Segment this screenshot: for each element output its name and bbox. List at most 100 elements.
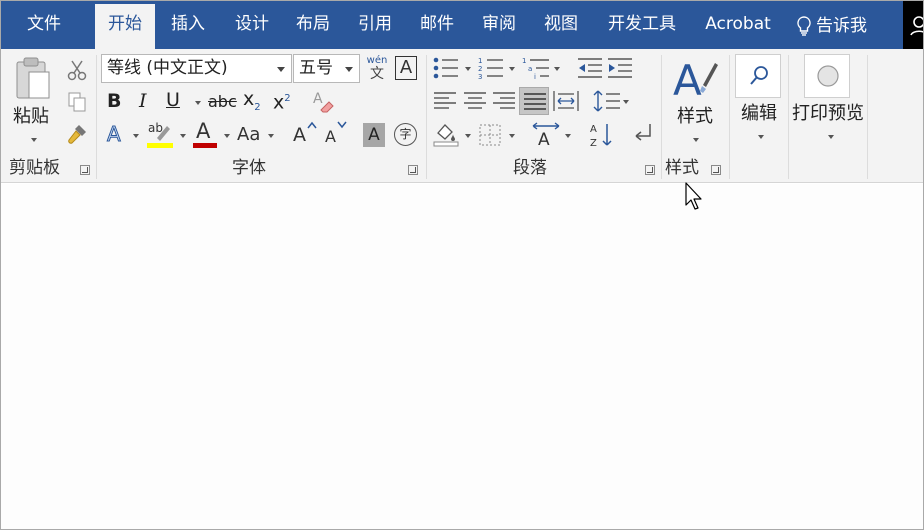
borders-dropdown-icon[interactable] <box>509 134 515 138</box>
svg-text:3: 3 <box>478 73 482 80</box>
asian-layout-icon[interactable]: A <box>531 121 561 150</box>
underline-dropdown-icon[interactable] <box>195 101 201 105</box>
align-right-icon[interactable] <box>492 90 516 112</box>
font-name-combobox[interactable]: 等线 (中文正文) <box>101 54 292 83</box>
subscript-button[interactable]: x2 <box>243 88 261 119</box>
word-window: 文件 开始 插入 设计 布局 引用 邮件 审阅 视图 开发工具 Acrobat … <box>0 0 924 530</box>
document-area[interactable] <box>1 184 923 529</box>
superscript-sup: 2 <box>284 93 291 104</box>
clipboard-dialog-launcher[interactable] <box>80 165 90 175</box>
multilevel-list-icon[interactable]: 1ai <box>522 56 550 81</box>
tab-file[interactable]: 文件 <box>11 4 77 49</box>
print-preview-dropdown-icon[interactable] <box>828 135 834 139</box>
group-divider <box>661 55 662 179</box>
ribbon-tab-bar: 文件 开始 插入 设计 布局 引用 邮件 审阅 视图 开发工具 Acrobat … <box>1 1 923 49</box>
format-painter-icon[interactable] <box>65 122 89 146</box>
subscript-base: x <box>243 88 255 110</box>
styles-icon[interactable]: A <box>673 55 719 105</box>
tab-developer[interactable]: 开发工具 <box>596 4 688 49</box>
clear-formatting-icon[interactable]: A <box>311 88 335 114</box>
line-spacing-dropdown-icon[interactable] <box>623 100 629 104</box>
paste-dropdown-icon[interactable] <box>31 138 37 142</box>
print-preview-button-label[interactable]: 打印预览 <box>792 103 864 125</box>
tell-me-label: 告诉我 <box>816 16 867 36</box>
align-center-icon[interactable] <box>463 90 487 112</box>
text-effects-dropdown-icon[interactable] <box>133 134 139 138</box>
svg-text:a: a <box>528 65 532 73</box>
numbering-icon[interactable]: 123 <box>478 56 504 81</box>
phonetic-guide-button[interactable]: wén 文 <box>365 55 389 82</box>
multilevel-list-dropdown-icon[interactable] <box>554 67 560 71</box>
sort-icon[interactable]: AZ <box>590 121 614 149</box>
subscript-sub: 2 <box>254 101 261 113</box>
justify-button-active[interactable] <box>519 87 549 115</box>
tab-acrobat[interactable]: Acrobat <box>694 4 782 49</box>
italic-button[interactable]: I <box>139 90 147 112</box>
paragraph-dialog-launcher[interactable] <box>645 165 655 175</box>
text-highlight-button[interactable]: ab <box>147 121 175 149</box>
numbering-dropdown-icon[interactable] <box>509 67 515 71</box>
tab-mailings[interactable]: 邮件 <box>407 4 467 49</box>
character-border-button[interactable]: A <box>395 56 417 80</box>
increase-indent-icon[interactable] <box>607 57 633 79</box>
borders-icon[interactable] <box>478 123 502 147</box>
paste-button-label[interactable]: 粘贴 <box>13 106 49 128</box>
account-icon[interactable] <box>903 1 923 49</box>
tab-review[interactable]: 审阅 <box>470 4 528 49</box>
tab-layout[interactable]: 布局 <box>284 4 342 49</box>
grow-font-char: A <box>293 124 306 146</box>
styles-dropdown-icon[interactable] <box>693 138 699 142</box>
show-hide-marks-icon[interactable] <box>630 122 656 146</box>
grow-font-button[interactable]: A <box>293 121 317 149</box>
asian-layout-dropdown-icon[interactable] <box>565 134 571 138</box>
paragraph-group-label: 段落 <box>513 158 547 178</box>
text-effects-button[interactable]: A <box>107 123 122 146</box>
font-color-button[interactable]: A <box>193 119 217 149</box>
enclose-characters-button[interactable]: 字 <box>394 123 417 146</box>
bullets-dropdown-icon[interactable] <box>465 67 471 71</box>
tell-me-search[interactable]: 告诉我 <box>796 4 867 48</box>
shading-icon[interactable] <box>433 121 459 147</box>
font-color-char: A <box>196 119 211 143</box>
tab-design[interactable]: 设计 <box>223 4 281 49</box>
chevron-down-icon <box>277 67 285 72</box>
bold-button[interactable]: B <box>107 90 121 112</box>
distributed-icon[interactable] <box>553 90 579 112</box>
align-left-icon[interactable] <box>433 90 457 112</box>
editing-dropdown-icon[interactable] <box>758 135 764 139</box>
tab-home[interactable]: 开始 <box>95 4 155 49</box>
styles-button-label[interactable]: 样式 <box>677 106 713 128</box>
svg-text:A: A <box>313 91 323 107</box>
highlight-color-swatch <box>147 143 173 148</box>
font-dialog-launcher[interactable] <box>408 165 418 175</box>
line-spacing-icon[interactable] <box>593 89 621 113</box>
decrease-indent-icon[interactable] <box>577 57 603 79</box>
superscript-button[interactable]: x2 <box>273 88 291 113</box>
shrink-font-button[interactable]: A <box>325 121 349 149</box>
underline-button[interactable]: U <box>166 89 180 111</box>
find-icon[interactable] <box>735 54 781 98</box>
copy-icon[interactable] <box>67 91 87 113</box>
mouse-pointer-icon <box>685 182 705 212</box>
shading-dropdown-icon[interactable] <box>465 134 471 138</box>
editing-button-label[interactable]: 编辑 <box>741 103 777 125</box>
font-size-combobox[interactable]: 五号 <box>293 54 360 83</box>
character-shading-button[interactable]: A <box>363 123 385 147</box>
print-preview-icon[interactable] <box>804 54 850 98</box>
highlight-dropdown-icon[interactable] <box>180 134 186 138</box>
strikethrough-button[interactable]: abc <box>208 91 237 113</box>
cut-icon[interactable] <box>67 59 87 81</box>
font-group-label: 字体 <box>232 158 266 178</box>
group-divider <box>96 55 97 179</box>
phonetic-top: wén <box>366 55 388 66</box>
clipboard-group-label: 剪贴板 <box>9 158 60 178</box>
styles-dialog-launcher[interactable] <box>711 165 721 175</box>
paste-icon[interactable] <box>11 56 55 102</box>
tab-references[interactable]: 引用 <box>346 4 404 49</box>
tab-insert[interactable]: 插入 <box>159 4 217 49</box>
tab-view[interactable]: 视图 <box>531 4 591 49</box>
font-color-dropdown-icon[interactable] <box>224 134 230 138</box>
change-case-dropdown-icon[interactable] <box>268 134 274 138</box>
change-case-button[interactable]: Aa <box>237 124 260 146</box>
bullets-icon[interactable] <box>433 57 459 79</box>
